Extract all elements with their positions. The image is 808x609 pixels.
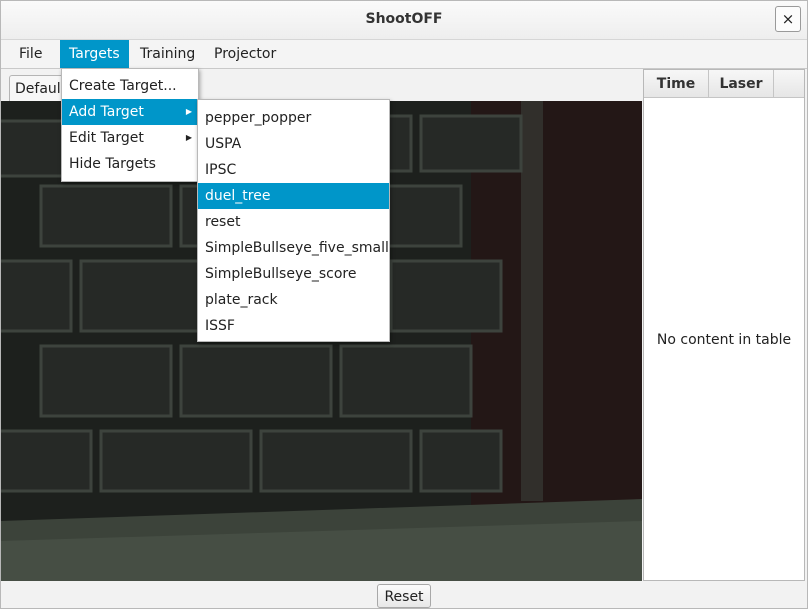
shot-timer-table[interactable]: Time Laser No content in table — [643, 69, 805, 581]
menu-item-hide-targets[interactable]: Hide Targets — [62, 151, 198, 177]
empty-table-text: No content in table — [656, 332, 792, 348]
target-item-duel-tree[interactable]: duel_tree — [198, 183, 389, 209]
title-bar: ShootOFF × — [1, 1, 807, 40]
bottom-bar: Reset — [1, 581, 807, 608]
target-item-issf[interactable]: ISSF — [198, 313, 389, 339]
reset-button[interactable]: Reset — [377, 584, 431, 608]
target-item-simplebullseye-score[interactable]: SimpleBullseye_score — [198, 261, 389, 287]
menu-projector[interactable]: Projector — [205, 40, 285, 68]
submenu-arrow-icon: ▶ — [185, 133, 192, 142]
submenu-arrow-icon: ▶ — [185, 107, 192, 116]
add-target-submenu: pepper_popper USPA IPSC duel_tree reset … — [197, 99, 390, 342]
targets-menu: Create Target... Add Target ▶ Edit Target… — [61, 68, 199, 182]
target-item-ipsc[interactable]: IPSC — [198, 157, 389, 183]
target-item-simplebullseye-five-small[interactable]: SimpleBullseye_five_small — [198, 235, 389, 261]
menu-targets[interactable]: Targets — [60, 40, 129, 68]
column-filler — [774, 70, 804, 98]
target-item-plate-rack[interactable]: plate_rack — [198, 287, 389, 313]
menu-bar: File Targets Training Projector — [1, 40, 807, 69]
close-icon[interactable]: × — [775, 6, 801, 32]
target-item-pepper-popper[interactable]: pepper_popper — [198, 105, 389, 131]
column-laser[interactable]: Laser — [709, 70, 774, 98]
shootoff-window: ShootOFF × File Targets Training Project… — [0, 0, 808, 609]
menu-item-edit-target[interactable]: Edit Target ▶ — [62, 125, 198, 151]
menu-item-add-target[interactable]: Add Target ▶ — [62, 99, 198, 125]
target-item-uspa[interactable]: USPA — [198, 131, 389, 157]
menu-training[interactable]: Training — [131, 40, 204, 68]
menu-item-create-target[interactable]: Create Target... — [62, 73, 198, 99]
target-item-reset[interactable]: reset — [198, 209, 389, 235]
column-time[interactable]: Time — [644, 70, 709, 98]
window-title: ShootOFF — [365, 11, 443, 27]
menu-file[interactable]: File — [10, 40, 51, 68]
